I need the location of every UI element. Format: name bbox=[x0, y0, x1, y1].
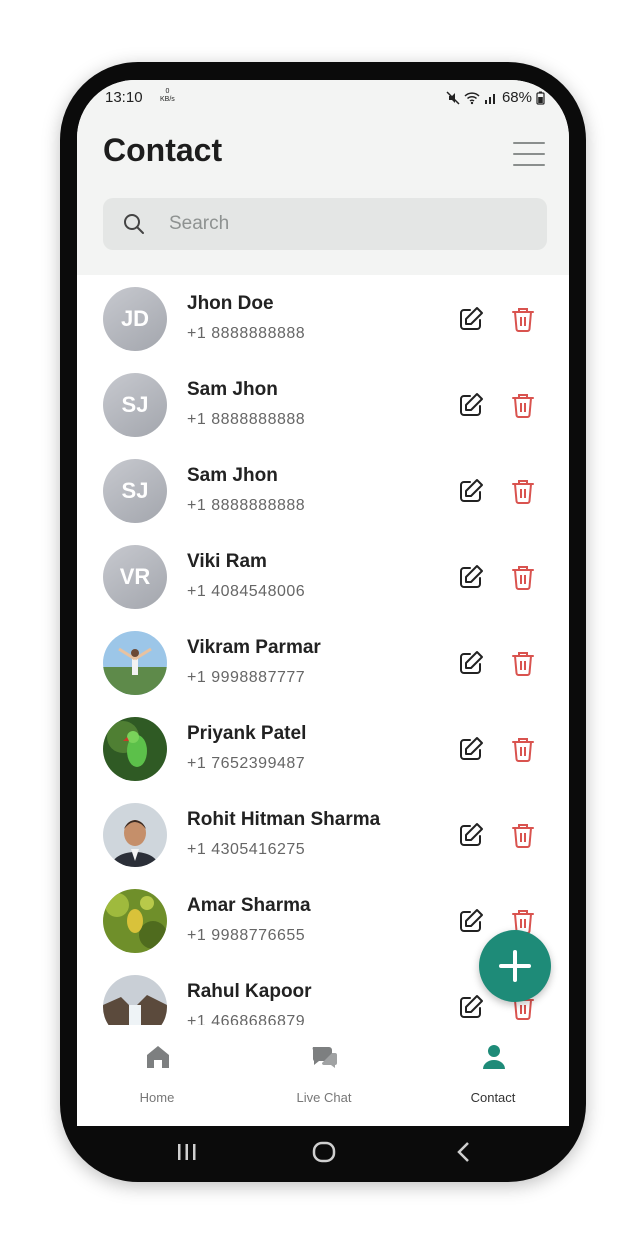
phone-frame: 13:10 0 KB/s 68% Contact Search JD Jhon Do… bbox=[60, 62, 586, 1182]
wifi-icon bbox=[464, 91, 480, 104]
avatar: VR bbox=[103, 545, 167, 609]
delete-icon[interactable] bbox=[510, 563, 536, 596]
edit-icon[interactable] bbox=[457, 907, 485, 940]
contact-name: Sam Jhon bbox=[187, 379, 278, 400]
status-time: 13:10 bbox=[105, 89, 143, 106]
battery-icon bbox=[536, 91, 545, 105]
contact-row[interactable]: Rohit Hitman Sharma +1 4305416275 bbox=[77, 791, 569, 877]
chat-icon bbox=[312, 1047, 337, 1068]
nav-contact[interactable]: Contact bbox=[433, 1042, 553, 1105]
bottom-navigation: Home Live Chat Contact bbox=[77, 1026, 569, 1126]
avatar: SJ bbox=[103, 373, 167, 437]
contact-name: Vikram Parmar bbox=[187, 637, 321, 658]
contact-name: Rohit Hitman Sharma bbox=[187, 809, 381, 830]
contact-phone: +1 4668686879 bbox=[187, 1013, 306, 1025]
nav-live-chat[interactable]: Live Chat bbox=[264, 1042, 384, 1105]
contact-row[interactable]: Priyank Patel +1 7652399487 bbox=[77, 705, 569, 791]
contact-phone: +1 4305416275 bbox=[187, 841, 306, 858]
delete-icon[interactable] bbox=[510, 391, 536, 424]
contact-row[interactable]: SJ Sam Jhon +1 8888888888 bbox=[77, 447, 569, 533]
avatar bbox=[103, 631, 167, 695]
delete-icon[interactable] bbox=[510, 735, 536, 768]
avatar-initials: VR bbox=[119, 564, 151, 589]
system-navigation-bar bbox=[60, 1126, 586, 1182]
edit-icon[interactable] bbox=[457, 305, 485, 338]
edit-icon[interactable] bbox=[457, 649, 485, 682]
edit-icon[interactable] bbox=[457, 477, 485, 510]
contact-name: Amar Sharma bbox=[187, 895, 311, 916]
nav-live-chat-label: Live Chat bbox=[296, 1090, 352, 1105]
signal-icon bbox=[484, 93, 495, 104]
avatar-initials: JD bbox=[120, 306, 150, 331]
home-button-icon[interactable] bbox=[312, 1140, 336, 1164]
page-title: Contact bbox=[103, 132, 223, 168]
contact-name: Priyank Patel bbox=[187, 723, 307, 744]
avatar bbox=[103, 889, 167, 953]
delete-icon[interactable] bbox=[510, 649, 536, 682]
contact-name: Viki Ram bbox=[187, 551, 267, 572]
avatar: SJ bbox=[103, 459, 167, 523]
search-icon bbox=[124, 214, 144, 234]
contact-row[interactable]: VR Viki Ram +1 4084548006 bbox=[77, 533, 569, 619]
hamburger-menu-icon[interactable] bbox=[513, 142, 545, 170]
edit-icon[interactable] bbox=[457, 563, 485, 596]
nav-home[interactable]: Home bbox=[97, 1042, 217, 1105]
contact-row[interactable]: Vikram Parmar +1 9998887777 bbox=[77, 619, 569, 705]
avatar bbox=[103, 803, 167, 867]
contact-phone: +1 4084548006 bbox=[187, 583, 306, 600]
back-icon[interactable] bbox=[454, 1140, 474, 1164]
contact-name: Jhon Doe bbox=[187, 293, 274, 314]
contact-row[interactable]: SJ Sam Jhon +1 8888888888 bbox=[77, 361, 569, 447]
contact-phone: +1 9988776655 bbox=[187, 927, 306, 944]
network-speed: 0 KB/s bbox=[160, 88, 175, 104]
contact-row[interactable]: JD Jhon Doe +1 8888888888 bbox=[77, 275, 569, 361]
delete-icon[interactable] bbox=[510, 305, 536, 338]
contact-phone: +1 7652399487 bbox=[187, 755, 306, 772]
battery-percent: 68% bbox=[501, 89, 532, 106]
edit-icon[interactable] bbox=[457, 993, 485, 1025]
person-icon bbox=[483, 1045, 505, 1069]
avatar bbox=[103, 717, 167, 781]
avatar-initials: SJ bbox=[121, 392, 149, 417]
network-speed-value: 0 bbox=[165, 88, 170, 95]
delete-icon[interactable] bbox=[510, 821, 536, 854]
network-speed-unit: KB/s bbox=[160, 96, 175, 103]
edit-icon[interactable] bbox=[457, 391, 485, 424]
status-icons: 68% bbox=[446, 89, 545, 106]
mute-icon bbox=[446, 90, 460, 105]
header-area: 13:10 0 KB/s 68% Contact Search bbox=[77, 80, 569, 275]
avatar bbox=[103, 975, 167, 1025]
home-icon bbox=[147, 1046, 169, 1068]
nav-home-label: Home bbox=[139, 1090, 175, 1105]
edit-icon[interactable] bbox=[457, 821, 485, 854]
avatar: JD bbox=[103, 287, 167, 351]
avatar-initials: SJ bbox=[121, 478, 149, 503]
search-bar[interactable]: Search bbox=[103, 198, 547, 250]
contact-name: Sam Jhon bbox=[187, 465, 278, 486]
contact-phone: +1 8888888888 bbox=[187, 411, 306, 428]
app-screen: 13:10 0 KB/s 68% Contact Search JD Jhon Do… bbox=[77, 80, 569, 1126]
contact-phone: +1 8888888888 bbox=[187, 497, 306, 514]
recent-apps-icon[interactable] bbox=[176, 1140, 198, 1164]
status-bar: 13:10 0 KB/s 68% bbox=[105, 88, 545, 111]
contact-phone: +1 8888888888 bbox=[187, 325, 306, 342]
search-input[interactable]: Search bbox=[169, 213, 229, 235]
add-contact-button[interactable] bbox=[479, 930, 551, 1002]
contact-phone: +1 9998887777 bbox=[187, 669, 306, 686]
contact-list: JD Jhon Doe +1 8888888888 SJ Sam Jhon +1 8888… bbox=[77, 275, 569, 1025]
edit-icon[interactable] bbox=[457, 735, 485, 768]
nav-contact-label: Contact bbox=[470, 1090, 516, 1105]
delete-icon[interactable] bbox=[510, 477, 536, 510]
contact-name: Rahul Kapoor bbox=[187, 981, 312, 1002]
